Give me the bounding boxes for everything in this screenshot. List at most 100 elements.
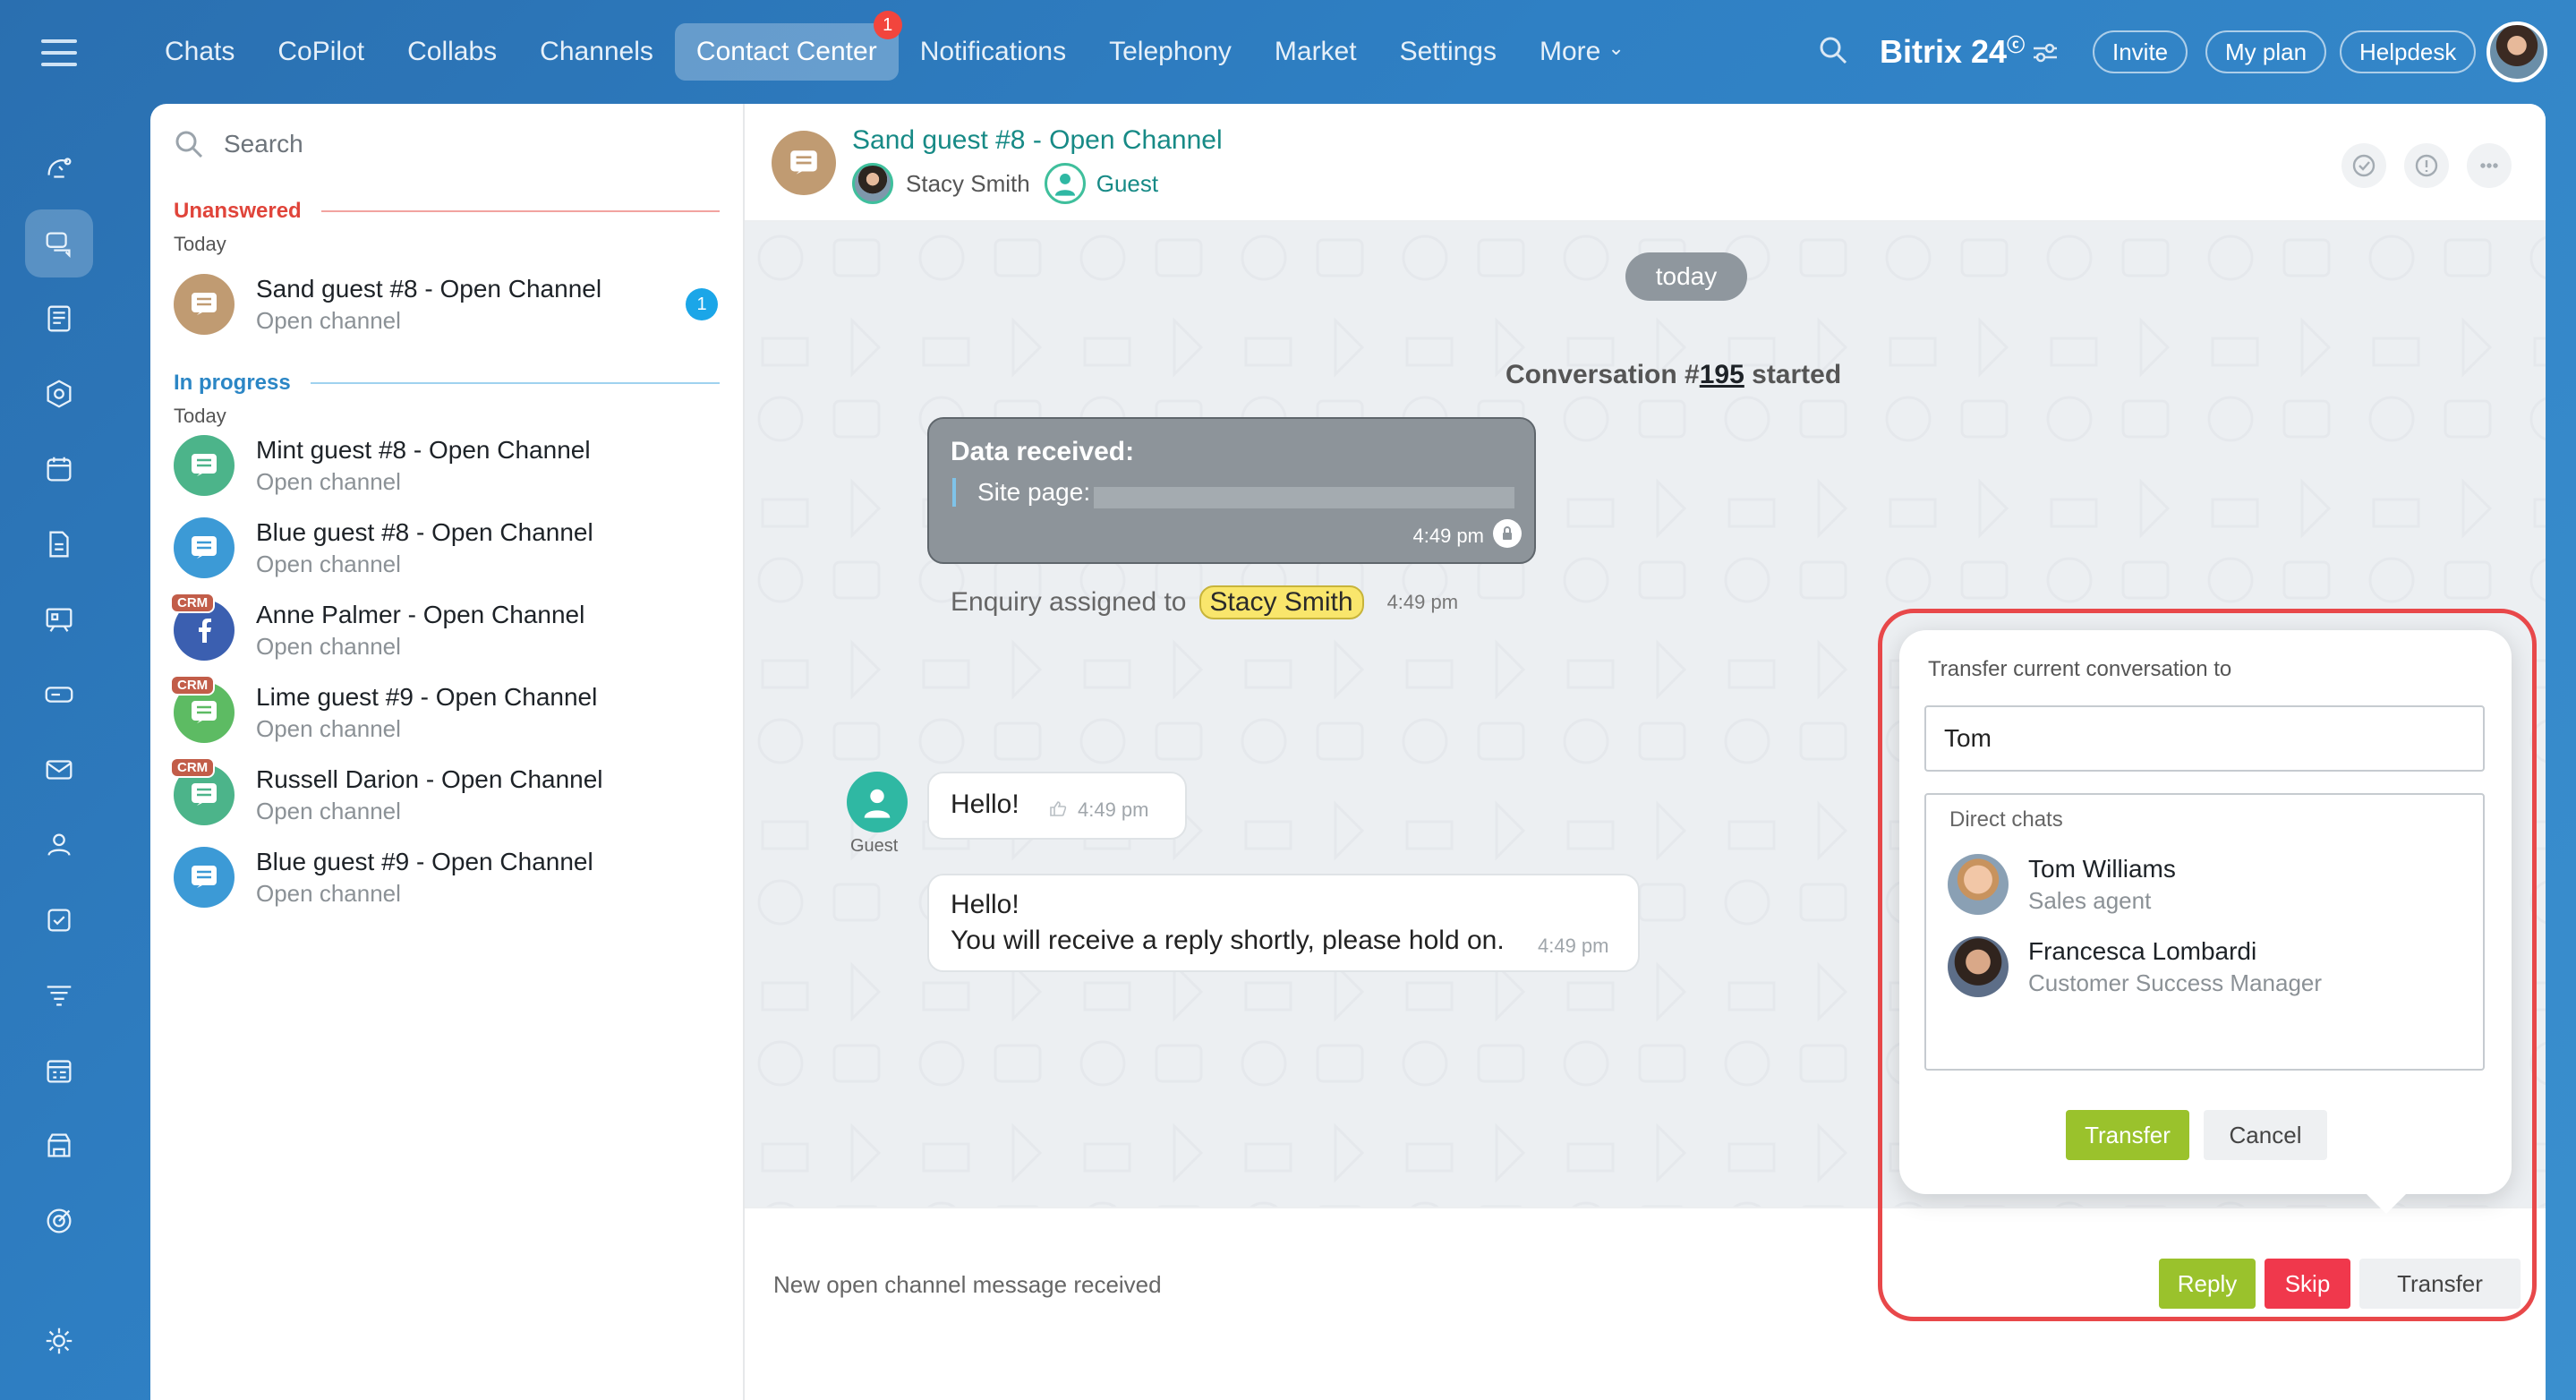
rail-feed-icon[interactable] <box>25 134 93 202</box>
top-search-icon[interactable] <box>1817 34 1849 66</box>
rail-settings-gear-icon[interactable] <box>25 1307 93 1375</box>
chat-item-russell-darion[interactable]: CRM Russell Darion - Open Channel Open c… <box>170 757 729 831</box>
nav-telephony[interactable]: Telephony <box>1088 23 1253 81</box>
chat-item-sand-guest-8[interactable]: Sand guest #8 - Open Channel Open channe… <box>174 269 729 340</box>
guest-name[interactable]: Guest <box>1096 170 1158 198</box>
rail-hexagon-icon[interactable] <box>25 360 93 428</box>
open-channel-icon <box>790 150 817 175</box>
chat-avatar: CRM <box>170 675 235 743</box>
rail-board-icon[interactable] <box>25 585 93 653</box>
facebook-icon <box>199 619 211 643</box>
rail-document-icon[interactable] <box>25 510 93 578</box>
top-nav: Chats CoPilot Collabs Channels Contact C… <box>143 11 1646 81</box>
section-in-progress-date: Today <box>174 405 226 427</box>
rail-target-icon[interactable] <box>25 1187 93 1255</box>
rail-chats-icon[interactable] <box>25 209 93 277</box>
data-received-title: Data received: <box>951 437 1135 466</box>
message-bubble-auto-reply[interactable]: Hello! You will receive a reply shortly,… <box>927 874 1640 972</box>
hamburger-menu-icon[interactable] <box>41 39 77 66</box>
transfer-search-input[interactable] <box>1924 705 2485 772</box>
site-page-label: Site page: <box>977 478 1091 506</box>
transfer-popup-title: Transfer current conversation to <box>1928 657 2232 681</box>
chat-subtitle: Open channel <box>256 879 401 907</box>
chat-item-lime-guest-9[interactable]: CRM Lime guest #9 - Open Channel Open ch… <box>170 675 729 748</box>
chat-avatar <box>174 435 235 496</box>
nav-settings[interactable]: Settings <box>1378 23 1518 81</box>
check-circle-icon <box>2352 154 2376 177</box>
conversation-number-link[interactable]: 195 <box>1700 360 1744 389</box>
rail-funnel-icon[interactable] <box>25 961 93 1029</box>
message-bubble-guest[interactable]: Hello! 4:49 pm <box>927 772 1187 840</box>
chat-title: Blue guest #8 - Open Channel <box>256 517 593 546</box>
chat-title: Sand guest #8 - Open Channel <box>256 274 602 303</box>
rail-contacts-icon[interactable] <box>25 811 93 879</box>
lock-icon <box>1493 519 1522 548</box>
nav-copilot[interactable]: CoPilot <box>256 23 386 81</box>
invite-button[interactable]: Invite <box>2093 30 2188 73</box>
rail-store-icon[interactable] <box>25 1112 93 1180</box>
nav-contact-center[interactable]: Contact Center 1 <box>674 11 902 81</box>
open-channel-icon <box>192 783 217 806</box>
guest-person-icon <box>864 789 891 818</box>
contact-name: Francesca Lombardi <box>2028 936 2257 965</box>
left-rail <box>0 0 118 1400</box>
nav-notifications[interactable]: Notifications <box>899 23 1088 81</box>
rail-schedule-icon[interactable] <box>25 1037 93 1105</box>
top-bar: Chats CoPilot Collabs Channels Contact C… <box>143 0 2576 104</box>
chat-subtitle: Open channel <box>256 632 401 660</box>
mark-spam-button[interactable] <box>2404 143 2449 188</box>
nav-contact-center-label: Contact Center <box>695 37 877 66</box>
helpdesk-button[interactable]: Helpdesk <box>2340 30 2477 73</box>
finish-conversation-button[interactable] <box>2341 143 2386 188</box>
chat-item-anne-palmer[interactable]: CRM Anne Palmer - Open Channel Open chan… <box>170 593 729 666</box>
my-plan-button[interactable]: My plan <box>2205 30 2327 73</box>
chat-item-blue-guest-8[interactable]: Blue guest #8 - Open Channel Open channe… <box>174 512 729 584</box>
brand-logo[interactable]: Bitrix 24ⓒ <box>1880 30 2025 71</box>
nav-chats[interactable]: Chats <box>143 23 256 81</box>
tune-sliders-icon[interactable] <box>2032 41 2059 64</box>
rail-news-icon[interactable] <box>25 285 93 353</box>
transfer-results-list[interactable]: Direct chats Tom Williams Sales agent Fr… <box>1924 793 2485 1071</box>
user-avatar[interactable] <box>2486 21 2547 82</box>
contact-name: Tom Williams <box>2028 854 2176 883</box>
search-input[interactable] <box>224 130 671 158</box>
brand-name: Bitrix 24 <box>1880 33 2008 70</box>
chat-item-blue-guest-9[interactable]: Blue guest #9 - Open Channel Open channe… <box>174 841 729 913</box>
contact-role: Customer Success Manager <box>2028 969 2323 996</box>
operator-avatar[interactable] <box>852 163 893 204</box>
contact-francesca-lombardi[interactable]: Francesca Lombardi Customer Success Mana… <box>1948 933 2467 1001</box>
chat-header: Sand guest #8 - Open Channel Stacy Smith… <box>745 104 2546 222</box>
more-options-button[interactable] <box>2467 143 2512 188</box>
chat-item-mint-guest-8[interactable]: Mint guest #8 - Open Channel Open channe… <box>174 430 729 501</box>
rail-tasks-icon[interactable] <box>25 886 93 954</box>
nav-more[interactable]: More <box>1518 23 1646 81</box>
open-channel-icon <box>192 536 217 559</box>
guest-message-avatar[interactable] <box>847 772 908 832</box>
nav-collabs[interactable]: Collabs <box>386 23 518 81</box>
contact-tom-williams[interactable]: Tom Williams Sales agent <box>1948 850 2467 918</box>
rail-mail-icon[interactable] <box>25 736 93 804</box>
crm-tag: CRM <box>170 593 216 613</box>
chat-subtitle: Open channel <box>256 550 401 577</box>
chat-header-avatar[interactable] <box>772 131 836 195</box>
chat-participants: Stacy Smith Guest <box>852 163 1158 204</box>
transfer-cancel-button[interactable]: Cancel <box>2204 1110 2327 1160</box>
chat-title: Blue guest #9 - Open Channel <box>256 847 593 875</box>
chat-header-title[interactable]: Sand guest #8 - Open Channel <box>852 125 1223 156</box>
rail-calendar-icon[interactable] <box>25 435 93 503</box>
transfer-confirm-button[interactable]: Transfer <box>2066 1110 2189 1160</box>
open-channel-icon <box>192 293 217 315</box>
direct-chats-heading: Direct chats <box>1949 807 2063 832</box>
operator-name[interactable]: Stacy Smith <box>906 170 1030 198</box>
chat-avatar: CRM <box>170 757 235 825</box>
chat-subtitle: Open channel <box>256 797 401 824</box>
chat-title: Anne Palmer - Open Channel <box>256 600 585 628</box>
assigned-operator-mention[interactable]: Stacy Smith <box>1198 585 1364 619</box>
rail-drive-icon[interactable] <box>25 661 93 729</box>
crm-tag: CRM <box>170 757 216 778</box>
like-icon[interactable] <box>1049 800 1067 816</box>
nav-channels[interactable]: Channels <box>518 23 675 81</box>
guest-avatar[interactable] <box>1044 163 1086 204</box>
nav-market[interactable]: Market <box>1253 23 1378 81</box>
crm-tag: CRM <box>170 675 216 696</box>
